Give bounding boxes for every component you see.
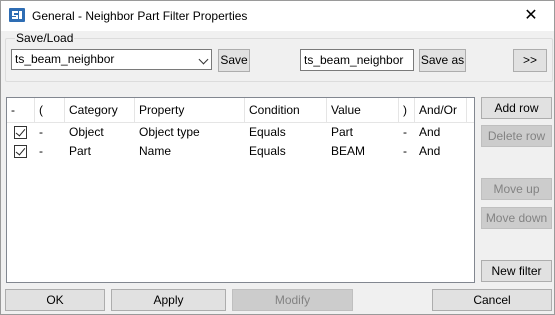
row-open-paren: - <box>39 144 43 158</box>
row-category[interactable]: Object <box>65 123 104 142</box>
move-down-button[interactable]: Move down <box>481 207 552 229</box>
column-header-open-paren[interactable]: ( <box>35 98 65 122</box>
table-header: - ( Category Property Condition Value ) … <box>7 98 474 123</box>
apply-button[interactable]: Apply <box>111 289 226 311</box>
row-close-paren: - <box>403 125 407 139</box>
column-header-dash[interactable]: - <box>7 98 35 122</box>
filter-table[interactable]: - ( Category Property Condition Value ) … <box>6 97 475 283</box>
save-load-label: Save/Load <box>15 31 75 45</box>
table-row[interactable]: - Part Name Equals BEAM - And <box>7 142 474 161</box>
row-property[interactable]: Name <box>135 142 171 161</box>
row-open-paren: - <box>39 125 43 139</box>
ok-button[interactable]: OK <box>5 289 105 311</box>
row-value[interactable]: Part <box>327 123 353 142</box>
row-and-or[interactable]: And <box>415 142 440 161</box>
more-button[interactable]: >> <box>513 49 547 72</box>
move-up-button[interactable]: Move up <box>481 178 552 200</box>
save-as-name-input[interactable]: ts_beam_neighbor <box>300 49 414 71</box>
checkbox-checked-icon[interactable] <box>14 126 27 139</box>
column-header-property[interactable]: Property <box>135 98 245 122</box>
cancel-button[interactable]: Cancel <box>432 289 552 311</box>
modify-button[interactable]: Modify <box>232 289 353 311</box>
row-value[interactable]: BEAM <box>327 142 365 161</box>
close-icon[interactable]: ✕ <box>514 4 548 28</box>
row-condition[interactable]: Equals <box>245 142 286 161</box>
column-header-condition[interactable]: Condition <box>245 98 327 122</box>
saved-settings-select[interactable]: ts_beam_neighbor <box>11 49 212 70</box>
row-close-paren: - <box>403 144 407 158</box>
save-as-button[interactable]: Save as <box>419 49 466 72</box>
row-category[interactable]: Part <box>65 142 91 161</box>
delete-row-button[interactable]: Delete row <box>481 125 552 147</box>
filter-app-icon <box>9 8 25 22</box>
row-condition[interactable]: Equals <box>245 123 286 142</box>
dialog-window: General - Neighbor Part Filter Propertie… <box>0 0 555 315</box>
column-header-category[interactable]: Category <box>65 98 135 122</box>
window-title: General - Neighbor Part Filter Propertie… <box>32 9 248 23</box>
title-bar[interactable]: General - Neighbor Part Filter Propertie… <box>1 1 554 31</box>
column-header-close-paren[interactable]: ) <box>399 98 415 122</box>
column-header-value[interactable]: Value <box>327 98 399 122</box>
save-button[interactable]: Save <box>218 49 250 72</box>
new-filter-button[interactable]: New filter <box>481 260 552 282</box>
row-property[interactable]: Object type <box>135 123 200 142</box>
chevron-down-icon <box>198 54 209 65</box>
checkbox-checked-icon[interactable] <box>14 145 27 158</box>
table-row[interactable]: - Object Object type Equals Part - And <box>7 123 474 142</box>
column-header-and-or[interactable]: And/Or <box>415 98 467 122</box>
row-and-or[interactable]: And <box>415 123 440 142</box>
add-row-button[interactable]: Add row <box>481 97 552 119</box>
saved-settings-value: ts_beam_neighbor <box>15 52 115 66</box>
